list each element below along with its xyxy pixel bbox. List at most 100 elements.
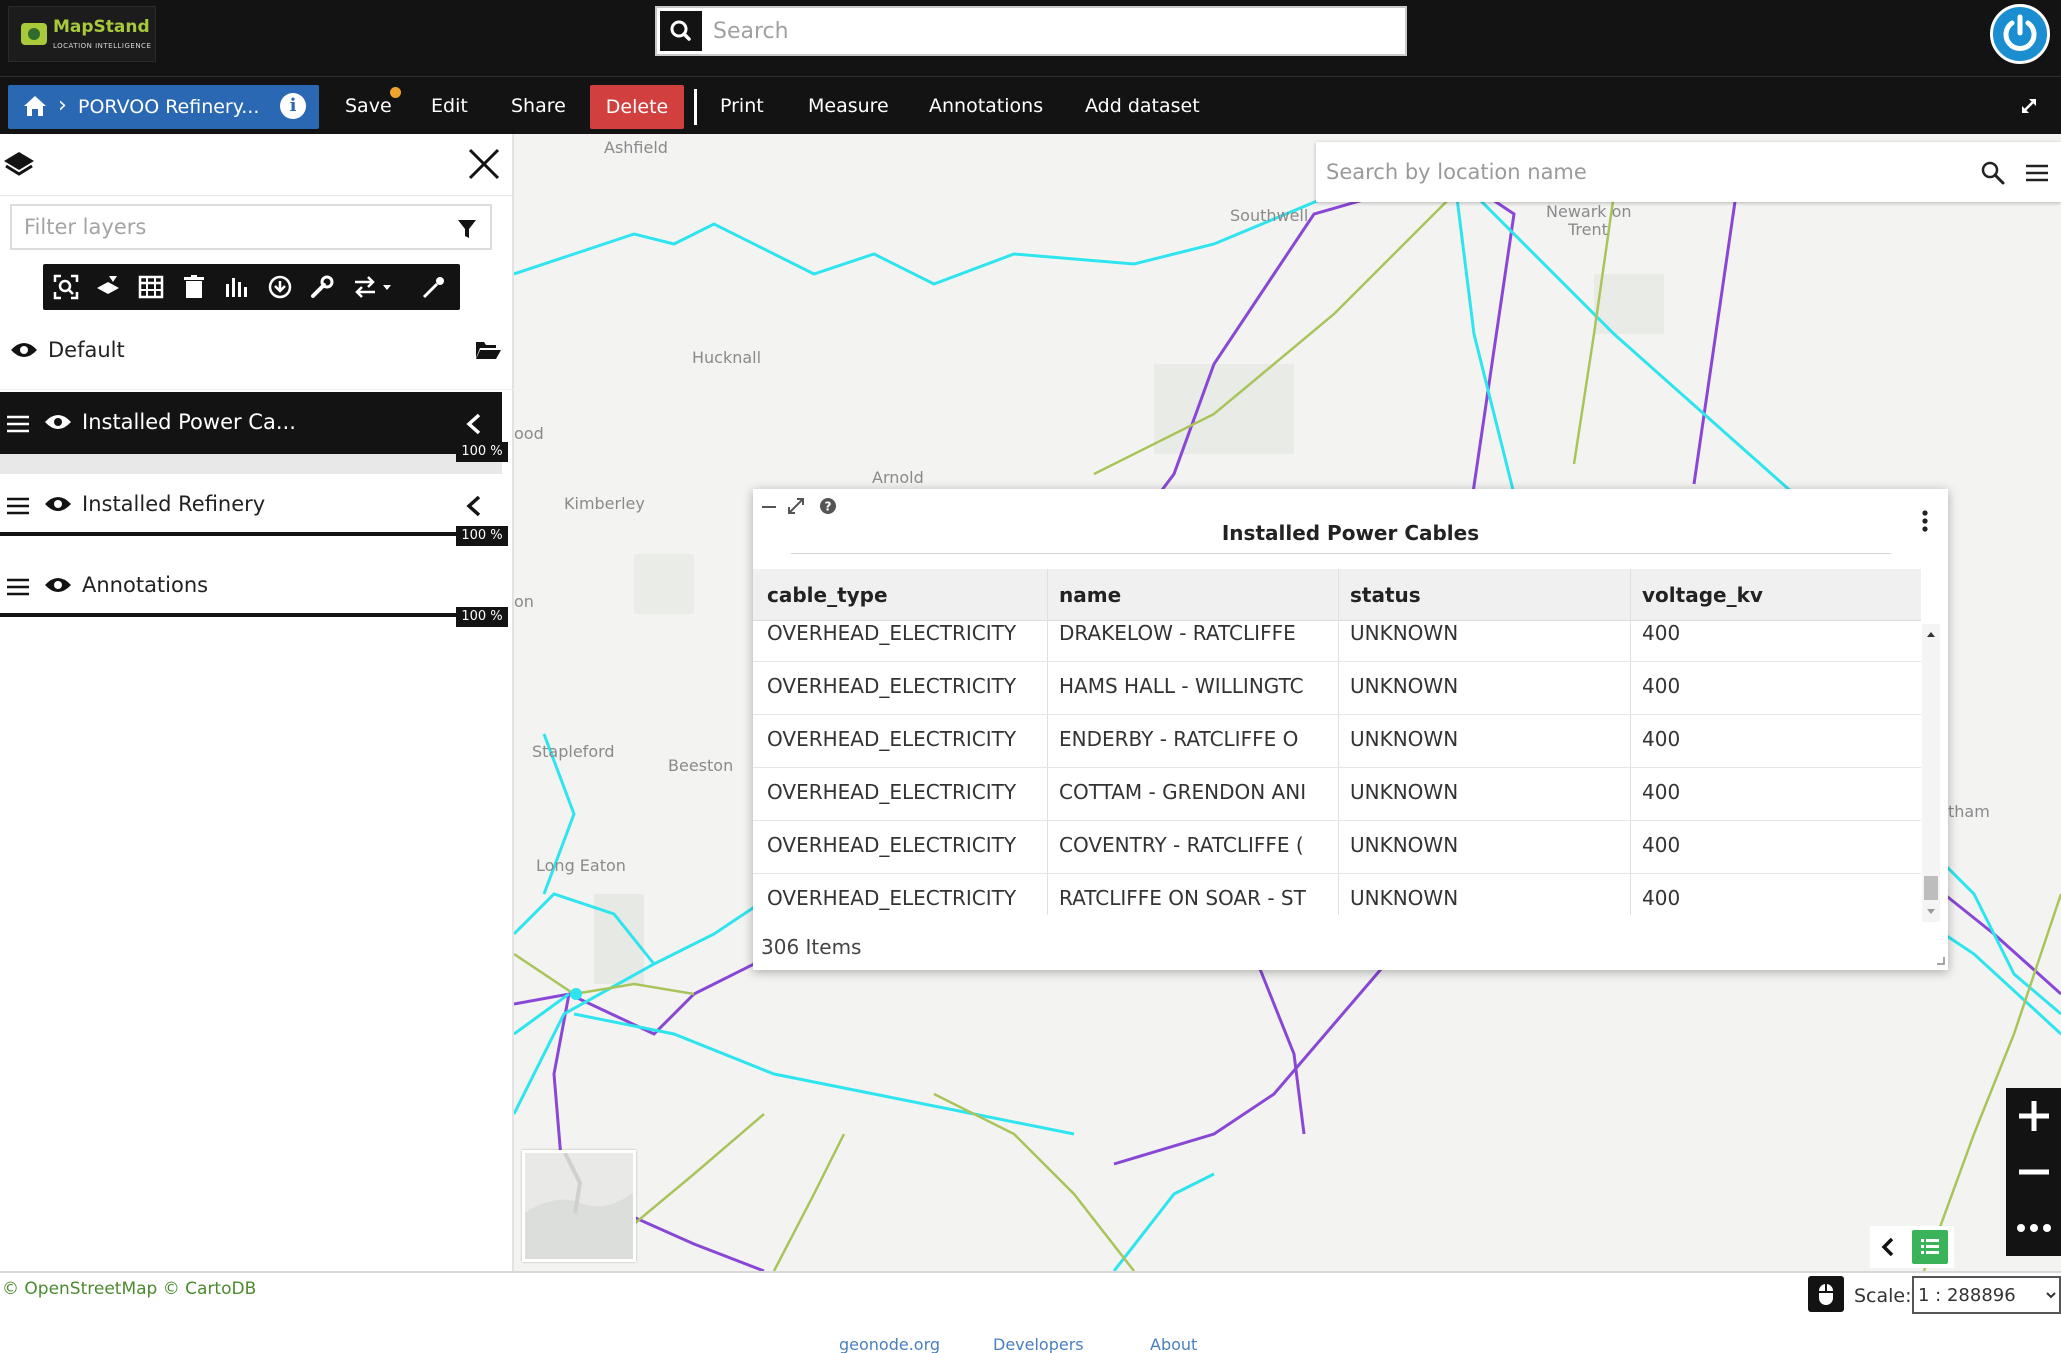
map-title[interactable]: PORVOO Refinery...: [78, 96, 259, 118]
home-icon[interactable]: [22, 94, 48, 118]
cell-status: UNKNOWN: [1350, 833, 1459, 857]
scroll-up-icon[interactable]: [1926, 630, 1936, 638]
eye-icon[interactable]: [44, 412, 72, 432]
opacity-track: [0, 454, 502, 476]
login-button[interactable]: [1990, 4, 2050, 64]
cell-status: UNKNOWN: [1350, 727, 1459, 751]
cell-name: DRAKELOW - RATCLIFFE: [1059, 621, 1296, 645]
hamburger-menu-icon[interactable]: [2024, 160, 2050, 186]
info-icon[interactable]: i: [280, 93, 306, 119]
cartodb-attribution-link[interactable]: © CartoDB: [163, 1279, 257, 1299]
place-label: Trent: [1568, 220, 1608, 239]
opacity-slider[interactable]: [0, 613, 472, 617]
mapstand-logo[interactable]: MapStand LOCATION INTELLIGENCE: [8, 6, 156, 62]
edit-button[interactable]: Edit: [431, 95, 468, 117]
share-button[interactable]: Share: [511, 95, 566, 117]
cell-name: COVENTRY - RATCLIFFE (: [1059, 833, 1304, 857]
osm-attribution-link[interactable]: © OpenStreetMap: [2, 1279, 157, 1299]
table-row[interactable]: OVERHEAD_ELECTRICITY RATCLIFFE ON SOAR -…: [753, 874, 1921, 915]
delete-button[interactable]: Delete: [590, 85, 684, 129]
chevron-left-icon[interactable]: [464, 412, 484, 436]
attribute-table-grid: cable_type name status voltage_kv OVERHE…: [753, 569, 1921, 915]
expand-panel-icon[interactable]: [787, 497, 805, 515]
chevron-left-icon[interactable]: [464, 494, 484, 518]
eye-icon[interactable]: [44, 494, 72, 514]
eyedropper-icon[interactable]: [421, 274, 447, 300]
column-header-cable-type[interactable]: cable_type: [767, 583, 888, 607]
resize-handle-icon[interactable]: [1935, 955, 1945, 965]
download-icon[interactable]: [267, 274, 293, 300]
filter-layers-input[interactable]: [24, 212, 444, 242]
fullscreen-icon[interactable]: [2018, 95, 2040, 117]
table-row[interactable]: OVERHEAD_ELECTRICITY DRAKELOW - RATCLIFF…: [753, 609, 1921, 662]
zoom-out-icon[interactable]: [2016, 1154, 2052, 1190]
search-icon[interactable]: [1980, 160, 2006, 186]
layer-name: Installed Refinery: [82, 492, 266, 516]
attribute-table-icon[interactable]: [138, 274, 164, 300]
table-row[interactable]: OVERHEAD_ELECTRICITY ENDERBY - RATCLIFFE…: [753, 715, 1921, 768]
cell-cable-type: OVERHEAD_ELECTRICITY: [767, 621, 1017, 645]
chart-icon[interactable]: [223, 274, 249, 300]
folder-open-icon[interactable]: [474, 338, 502, 362]
layer-group-default[interactable]: Default: [0, 316, 514, 390]
layer-style-icon[interactable]: [95, 274, 121, 300]
add-dataset-button[interactable]: Add dataset: [1085, 95, 1200, 117]
settings-wrench-icon[interactable]: [309, 274, 335, 300]
search-button[interactable]: [660, 11, 702, 51]
table-scrollbar[interactable]: [1922, 624, 1940, 922]
drag-handle-icon[interactable]: [6, 414, 30, 434]
column-header-name[interactable]: name: [1059, 583, 1121, 607]
developers-link[interactable]: Developers: [993, 1335, 1084, 1353]
location-search-input[interactable]: [1326, 154, 1926, 190]
logo-mark-icon: [21, 23, 47, 45]
place-label: tham: [1948, 802, 1990, 821]
zoom-in-icon[interactable]: [2016, 1098, 2052, 1134]
overview-minimap[interactable]: [522, 1150, 636, 1262]
swap-icon[interactable]: [353, 274, 393, 300]
svg-text:?: ?: [825, 500, 832, 514]
more-tools-icon[interactable]: [2016, 1210, 2052, 1246]
mouse-icon: [1819, 1284, 1833, 1305]
global-search-input[interactable]: [713, 14, 1373, 48]
zoom-to-extent-icon[interactable]: [53, 274, 79, 300]
item-count: 306 Items: [761, 935, 862, 959]
eye-icon[interactable]: [44, 575, 72, 595]
eye-icon[interactable]: [10, 340, 38, 360]
scroll-thumb[interactable]: [1924, 876, 1938, 900]
layer-row-annotations[interactable]: Annotations 100 %: [0, 555, 508, 627]
table-row[interactable]: OVERHEAD_ELECTRICITY COVENTRY - RATCLIFF…: [753, 821, 1921, 874]
mouse-position-toggle[interactable]: [1808, 1276, 1844, 1312]
cell-status: UNKNOWN: [1350, 674, 1459, 698]
scale-select[interactable]: 1 : 288896: [1912, 1276, 2061, 1314]
close-icon[interactable]: [466, 146, 502, 182]
filter-icon[interactable]: [456, 218, 478, 240]
place-label: Beeston: [668, 756, 734, 775]
attribute-table-panel: ? Installed Power Cables cable_type name…: [753, 489, 1948, 970]
scroll-down-icon[interactable]: [1926, 908, 1936, 916]
print-button[interactable]: Print: [720, 95, 764, 117]
place-label: Arnold: [872, 468, 924, 487]
annotations-button[interactable]: Annotations: [929, 95, 1043, 117]
drag-handle-icon[interactable]: [6, 496, 30, 516]
legend-button[interactable]: [1912, 1230, 1948, 1264]
help-icon[interactable]: ?: [819, 497, 837, 515]
geonode-link[interactable]: geonode.org: [839, 1335, 940, 1353]
save-button[interactable]: Save: [345, 95, 392, 117]
about-link[interactable]: About: [1150, 1335, 1197, 1353]
layer-row-installed-power-cables[interactable]: Installed Power Ca...: [0, 392, 502, 454]
table-row[interactable]: OVERHEAD_ELECTRICITY HAMS HALL - WILLING…: [753, 662, 1921, 715]
minimize-icon[interactable]: [761, 499, 777, 515]
opacity-value: 100 %: [456, 607, 508, 627]
chevron-left-icon[interactable]: [1880, 1235, 1896, 1259]
cell-status: UNKNOWN: [1350, 780, 1459, 804]
measure-button[interactable]: Measure: [808, 95, 889, 117]
table-row[interactable]: OVERHEAD_ELECTRICITY COTTAM - GRENDON AN…: [753, 768, 1921, 821]
drag-handle-icon[interactable]: [6, 577, 30, 597]
attribute-table-title: Installed Power Cables: [1221, 521, 1480, 545]
column-header-voltage-kv[interactable]: voltage_kv: [1642, 583, 1763, 607]
opacity-slider[interactable]: [0, 450, 472, 454]
opacity-slider[interactable]: [0, 532, 472, 536]
column-header-status[interactable]: status: [1350, 583, 1421, 607]
delete-icon[interactable]: [181, 274, 207, 300]
layer-row-installed-refinery[interactable]: Installed Refinery 100 %: [0, 474, 508, 546]
